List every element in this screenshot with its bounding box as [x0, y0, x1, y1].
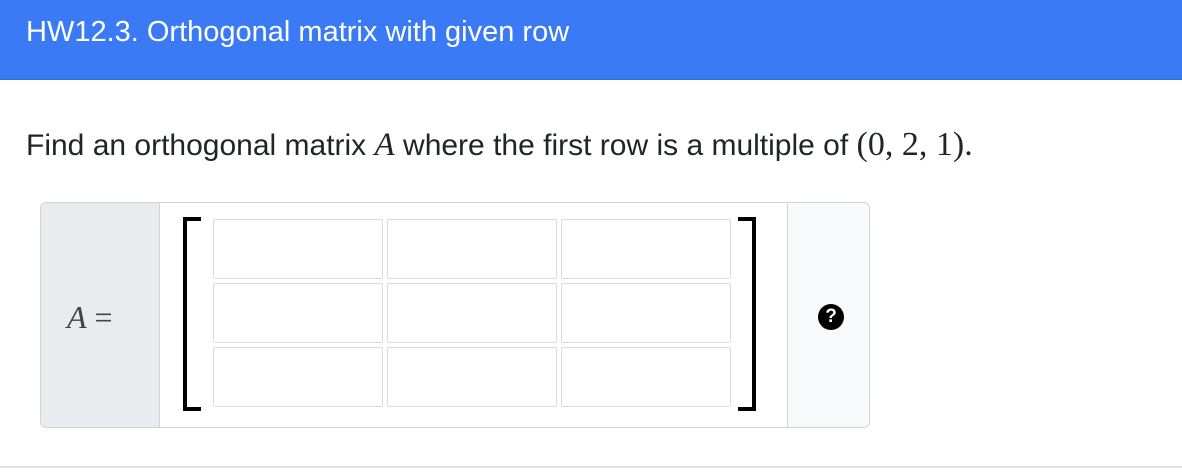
- prompt-period: .: [964, 126, 973, 163]
- right-bracket: [738, 217, 756, 411]
- question-circle-icon[interactable]: ?: [818, 304, 844, 330]
- matrix-cell-r3-c2[interactable]: [387, 347, 557, 407]
- answer-label-variable: A: [67, 299, 87, 335]
- prompt-matrix-variable: A: [374, 127, 395, 163]
- question-title: HW12.3. Orthogonal matrix with given row: [26, 16, 570, 48]
- question-header: HW12.3. Orthogonal matrix with given row: [0, 0, 1182, 80]
- matrix-cell-r1-c3[interactable]: [561, 219, 731, 279]
- matrix-cell-r3-c1[interactable]: [213, 347, 383, 407]
- answer-label: A =: [67, 299, 113, 336]
- matrix-cell-r2-c3[interactable]: [561, 283, 731, 343]
- help-addon: ?: [787, 203, 869, 427]
- matrix-cell-r1-c1[interactable]: [213, 219, 383, 279]
- matrix-answer-group: A = ?: [40, 202, 870, 428]
- matrix-cell-r2-c1[interactable]: [213, 283, 383, 343]
- prompt-vector: (0, 2, 1): [856, 126, 965, 163]
- matrix-input-area: [161, 203, 787, 427]
- matrix-cell-r1-c2[interactable]: [387, 219, 557, 279]
- bottom-divider: [0, 466, 1182, 468]
- matrix-cell-r3-c3[interactable]: [561, 347, 731, 407]
- prompt-text-before: Find an orthogonal matrix: [26, 129, 375, 162]
- matrix-cell-r2-c2[interactable]: [387, 283, 557, 343]
- answer-label-addon: A =: [41, 203, 160, 427]
- answer-label-equals: =: [86, 299, 113, 335]
- left-bracket: [183, 217, 201, 411]
- question-prompt: Find an orthogonal matrix A where the fi…: [26, 126, 973, 164]
- prompt-text-middle: where the first row is a multiple of: [394, 129, 857, 162]
